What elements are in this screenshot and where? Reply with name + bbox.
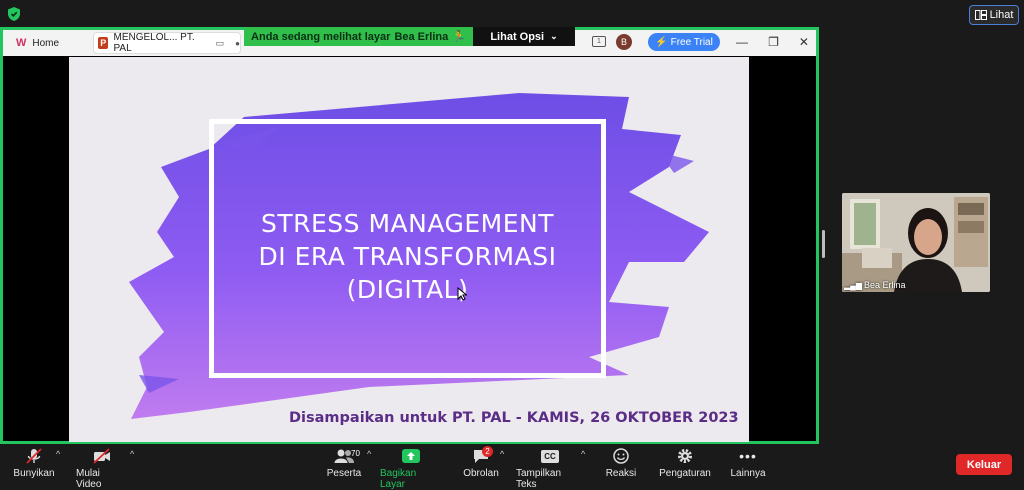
slide-title: STRESS MANAGEMENT DI ERA TRANSFORMASI (D… [219,207,596,306]
view-options-dropdown[interactable]: Lihat Opsi ⌄ [473,27,575,46]
slide-title-line: (DIGITAL) [346,275,469,304]
tab-presentation[interactable]: P MENGELOL... PT. PAL ▭ ● [93,32,241,54]
screen-share-banner: Anda sedang melihat layar Bea Erlina 🏃 L… [244,27,575,46]
chat-label: Obrolan [463,468,499,479]
window-controls: — ❐ ✕ [730,33,815,51]
captions-options-caret-icon[interactable]: ^ [581,449,585,459]
share-screen-icon [401,447,421,465]
leave-meeting-button[interactable]: Keluar [956,454,1012,475]
tab-home[interactable]: W Home [16,33,88,53]
participant-video-tile[interactable]: ▂▄▆ Bea Erlina [842,193,990,292]
audio-options-caret-icon[interactable]: ^ [56,449,60,459]
slide-title-line: DI ERA TRANSFORMASI [258,242,557,271]
free-trial-label: Free Trial [670,36,713,48]
view-options-button[interactable]: Lihat [969,5,1019,25]
chat-options-caret-icon[interactable]: ^ [500,449,504,459]
chevron-down-icon: ⌄ [550,31,558,41]
participants-label: Peserta [326,468,362,479]
captions-icon-text: CC [541,449,559,463]
presentation-slide: STRESS MANAGEMENT DI ERA TRANSFORMASI (D… [69,57,749,442]
top-bar [0,0,1024,28]
closed-captions-icon: CC [541,447,559,465]
unmute-label: Bunyikan [13,468,55,479]
close-icon[interactable]: ✕ [799,35,809,49]
microphone-muted-icon [25,447,43,465]
chat-button[interactable]: Obrolan [462,447,500,479]
grid-view-icon [974,10,987,20]
emoji-icon [612,447,630,465]
tab-presentation-label: MENGELOL... PT. PAL [113,32,195,54]
panel-resize-handle[interactable] [822,230,825,258]
participant-video-feed [842,193,990,292]
view-options-dropdown-label: Lihat Opsi [490,30,545,43]
free-trial-button[interactable]: ⚡ Free Trial [648,33,720,51]
video-options-caret-icon[interactable]: ^ [130,449,134,459]
participants-count: 70 [351,449,360,458]
tab-home-label: Home [32,37,60,49]
account-avatar[interactable]: B [616,34,632,50]
lightning-icon: ⚡ [655,36,668,48]
wps-logo-icon: W [16,37,27,49]
presenter-name: Bea Erlina [394,30,449,43]
presenter-icon: 🏃 [452,31,466,43]
more-button[interactable]: ••• Lainnya [728,447,768,479]
unmute-button[interactable]: Bunyikan [12,447,56,479]
show-captions-label: Tampilkan Teks [516,468,562,490]
shield-icon[interactable] [6,6,22,22]
more-dots-icon: ••• [739,448,757,464]
view-options-label: Lihat [989,9,1014,21]
viewing-text: Anda sedang melihat layar [251,30,391,43]
participant-name: Bea Erlina [863,280,906,290]
restore-icon[interactable]: ❐ [768,35,779,49]
viewing-indicator: Anda sedang melihat layar Bea Erlina 🏃 [244,27,473,46]
start-video-label: Mulai Video [76,468,102,490]
settings-label: Pengaturan [659,468,711,479]
dot-icon: ● [235,38,240,48]
participants-options-caret-icon[interactable]: ^ [367,449,371,459]
share-screen-label: Bagikan Layar [380,468,417,490]
chat-unread-badge: 2 [482,446,493,457]
participant-name-tag: ▂▄▆ Bea Erlina [844,280,906,290]
reactions-button[interactable]: Reaksi [603,447,639,479]
slide-title-line: STRESS MANAGEMENT [260,209,555,238]
video-off-icon [92,447,112,465]
window-badge-icon: 1 [592,36,606,47]
slide-subtitle: Disampaikan untuk PT. PAL - KAMIS, 26 OK… [289,410,739,426]
presentation-file-icon: P [98,37,109,49]
gear-icon [676,447,694,465]
reactions-label: Reaksi [605,468,637,479]
signal-strength-icon: ▂▄▆ [844,280,862,290]
minimize-icon[interactable]: — [736,35,748,49]
settings-button[interactable]: Pengaturan [656,447,714,479]
meeting-toolbar [0,444,1024,484]
monitor-icon: ▭ [215,37,225,48]
mouse-cursor-icon [457,287,467,301]
more-label: Lainnya [730,468,766,479]
